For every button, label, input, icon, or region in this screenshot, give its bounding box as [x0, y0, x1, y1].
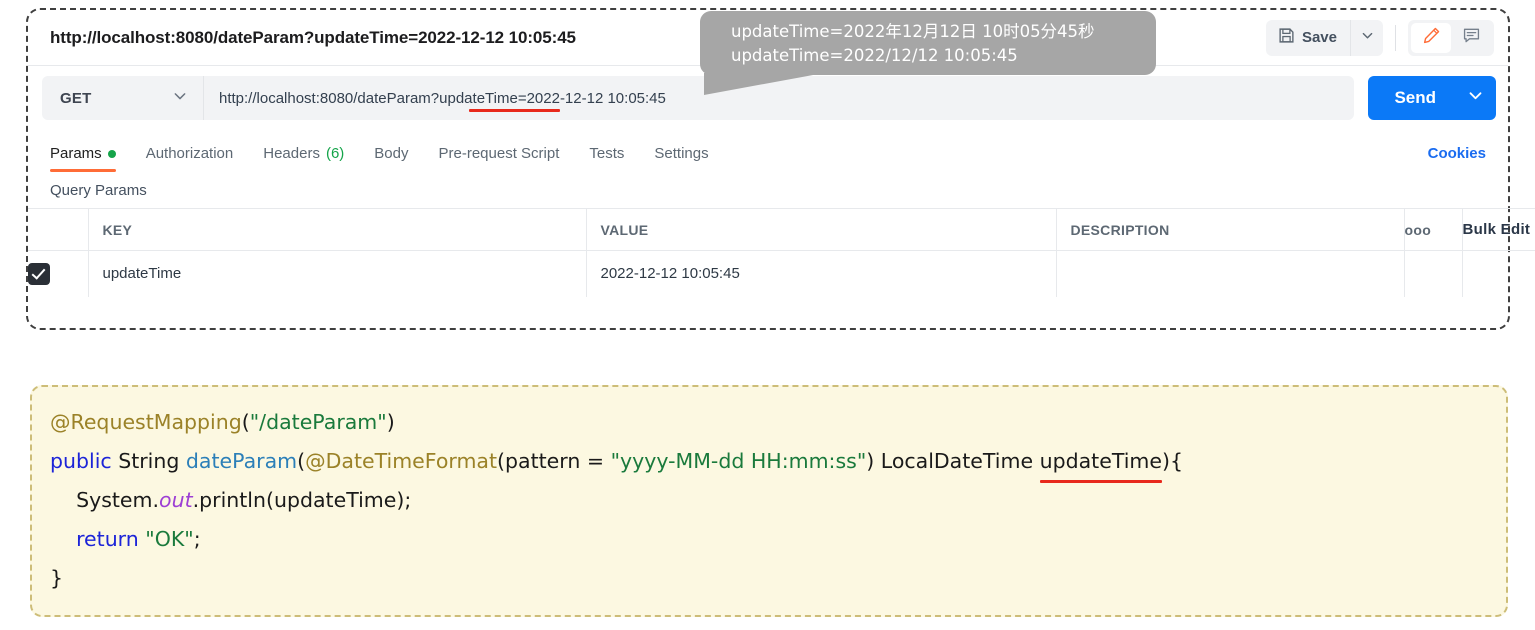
- url-param-highlight-underline: [469, 109, 560, 112]
- tab-pre-request-script[interactable]: Pre-request Script: [439, 145, 560, 172]
- table-header-row: KEY VALUE DESCRIPTION ooo Bulk Edit: [28, 208, 1535, 251]
- row-value[interactable]: 2022-12-12 10:05:45: [586, 250, 1057, 297]
- bulk-edit-button[interactable]: Bulk Edit: [1462, 208, 1535, 251]
- code-string-pattern: "yyyy-MM-dd HH:mm:ss": [610, 449, 867, 473]
- pencil-icon: [1422, 26, 1441, 50]
- http-method-label: GET: [60, 89, 92, 107]
- code-punct: (: [241, 410, 250, 434]
- title-bar-actions: Save: [1265, 19, 1494, 56]
- send-options-dropdown[interactable]: [1454, 76, 1496, 120]
- code-punct: ){: [1162, 449, 1184, 473]
- comment-icon: [1462, 26, 1481, 50]
- tab-authorization-label: Authorization: [145, 145, 234, 162]
- save-button[interactable]: Save: [1266, 20, 1350, 56]
- table-header-description: DESCRIPTION: [1056, 208, 1405, 251]
- code-string-path: "/dateParam": [249, 410, 387, 434]
- edit-button[interactable]: [1411, 22, 1451, 53]
- tab-settings[interactable]: Settings: [654, 145, 708, 172]
- tab-tests-label: Tests: [589, 145, 625, 162]
- row-spacer-bulk: [1462, 250, 1535, 297]
- url-param-name: updateTime: [439, 89, 518, 107]
- query-params-section-label: Query Params: [50, 182, 147, 199]
- params-modified-dot-icon: [107, 149, 116, 158]
- method-and-url: GET http://localhost:8080/dateParam? upda…: [42, 76, 1355, 120]
- row-enabled-checkbox-cell: [28, 250, 89, 297]
- tooltip-pointer: [704, 73, 824, 95]
- table-header-checkbox-cell: [28, 208, 89, 251]
- tab-params-label: Params: [50, 145, 102, 162]
- table-more-options-button[interactable]: ooo: [1404, 208, 1463, 251]
- row-enabled-checkbox[interactable]: [28, 262, 50, 285]
- tooltip-line-1: updateTime=2022年12月12日 10时05分45秒: [731, 22, 1095, 41]
- code-keyword-return: return: [50, 527, 146, 551]
- code-keyword-public: public: [50, 449, 112, 473]
- tab-headers[interactable]: Headers (6): [263, 145, 344, 172]
- floppy-disk-icon: [1278, 27, 1295, 48]
- request-name: http://localhost:8080/dateParam?updateTi…: [50, 27, 576, 47]
- tab-authorization[interactable]: Authorization: [146, 145, 234, 172]
- tab-body[interactable]: Body: [374, 145, 408, 172]
- annotation-tooltip: updateTime=2022年12月12日 10时05分45秒 updateT…: [700, 11, 1156, 95]
- code-closing-brace: }: [50, 566, 64, 590]
- code-punct: ) LocalDateTime: [866, 449, 1040, 473]
- code-type-string: String: [111, 449, 186, 473]
- toolbar-divider: [1395, 24, 1396, 51]
- java-code-block: @RequestMapping("/dateParam") public Str…: [30, 385, 1508, 617]
- table-header-key: KEY: [88, 208, 587, 251]
- tooltip-line-2: updateTime=2022/12/12 10:05:45: [731, 46, 1018, 65]
- code-system-out-prefix: System.: [50, 488, 160, 512]
- tab-tests[interactable]: Tests: [589, 145, 624, 172]
- code-punct: ;: [193, 527, 201, 551]
- save-options-dropdown[interactable]: [1350, 19, 1383, 56]
- request-tabs: Params Authorization Headers (6) Body Pr…: [28, 130, 1508, 172]
- code-punct: (: [297, 449, 306, 473]
- send-button-group: Send: [1368, 76, 1496, 120]
- tab-pre-request-script-label: Pre-request Script: [438, 145, 560, 162]
- code-line-1: @RequestMapping("/dateParam"): [50, 403, 1506, 442]
- code-annotation-datetimeformat: @DateTimeFormat: [305, 449, 498, 473]
- save-button-group: Save: [1265, 19, 1383, 56]
- tab-params[interactable]: Params: [50, 145, 116, 172]
- code-println-call: .println(updateTime);: [192, 488, 412, 512]
- code-line-5: }: [50, 559, 1506, 598]
- code-line-3: System.out.println(updateTime);: [50, 481, 1506, 520]
- tab-headers-count: (6): [325, 145, 345, 162]
- http-method-select[interactable]: GET: [42, 76, 204, 120]
- row-key[interactable]: updateTime: [88, 250, 587, 297]
- code-static-out: out: [159, 488, 193, 512]
- comment-button[interactable]: [1451, 23, 1491, 53]
- code-string-ok: "OK": [145, 527, 194, 551]
- code-line-4: return "OK";: [50, 520, 1506, 559]
- row-spacer-dots: [1404, 250, 1463, 297]
- url-text-prefix: http://localhost:8080/dateParam?: [219, 89, 440, 107]
- save-button-label: Save: [1301, 29, 1337, 46]
- chevron-down-icon: [1361, 29, 1374, 47]
- row-description[interactable]: [1056, 250, 1405, 297]
- code-annotation-requestmapping: @RequestMapping: [50, 410, 242, 434]
- code-method-name: dateParam: [185, 449, 298, 473]
- send-button[interactable]: Send: [1368, 88, 1454, 108]
- query-params-table: KEY VALUE DESCRIPTION ooo Bulk Edit upda…: [28, 208, 1535, 297]
- chevron-down-icon: [173, 89, 187, 108]
- code-punct: (pattern =: [497, 449, 611, 473]
- code-param-updatetime: updateTime: [1039, 442, 1163, 483]
- cookies-link[interactable]: Cookies: [1428, 145, 1486, 162]
- code-punct: ): [386, 410, 395, 434]
- tab-headers-label: Headers: [263, 145, 320, 162]
- table-header-value: VALUE: [586, 208, 1057, 251]
- code-line-2: public String dateParam(@DateTimeFormat(…: [50, 442, 1506, 483]
- chevron-down-icon: [1468, 88, 1483, 108]
- table-row: updateTime 2022-12-12 10:05:45: [28, 250, 1535, 297]
- tab-settings-label: Settings: [654, 145, 709, 162]
- tab-body-label: Body: [374, 145, 409, 162]
- view-toggle-group: [1408, 19, 1494, 56]
- url-text-suffix: =2022-12-12 10:05:45: [517, 89, 666, 107]
